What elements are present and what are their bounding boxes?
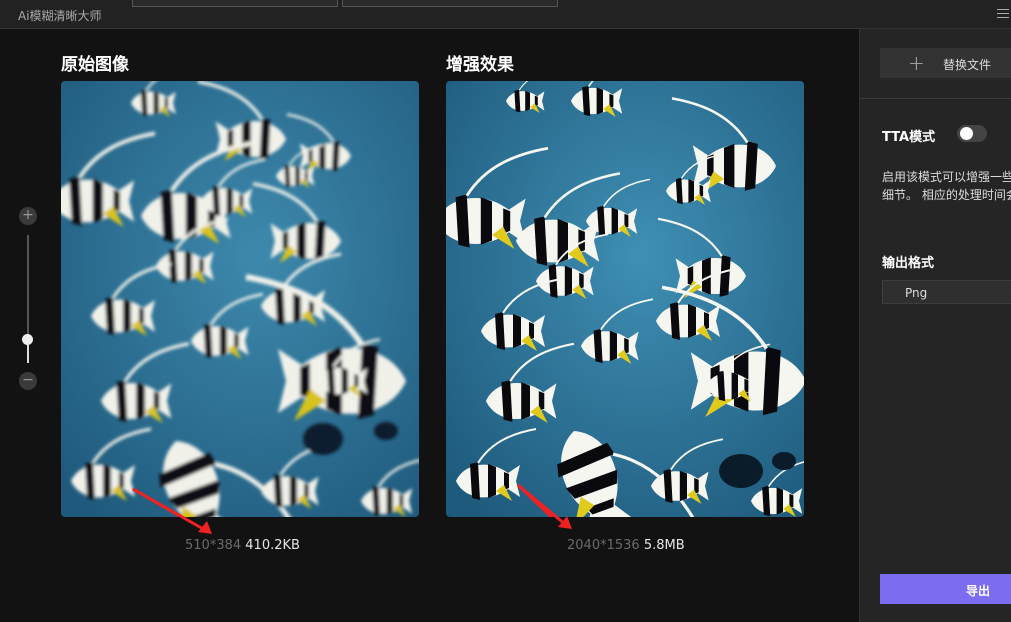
output-format-select[interactable]: Png [882, 280, 1011, 304]
replace-file-button[interactable]: + 替换文件 [880, 48, 1011, 78]
title-bar: Ai模糊清晰大师 [0, 0, 1011, 29]
original-image-filesize: 410.2KB [245, 538, 300, 553]
output-format-label: 输出格式 [882, 256, 935, 271]
tta-mode-description: 启用该模式可以增强一些 细节。 相应的处理时间会 [882, 168, 1011, 204]
enhanced-image [446, 81, 804, 517]
title-bar-tab [132, 0, 338, 7]
title-bar-tab [342, 0, 558, 7]
settings-sidebar: + 替换文件 TTA模式 启用该模式可以增强一些 细节。 相应的处理时间会 输出… [859, 29, 1011, 622]
original-image-dimensions: 510*384 [185, 538, 242, 553]
menu-icon[interactable] [997, 6, 1009, 20]
annotation-arrowhead [198, 521, 212, 534]
zoom-slider-thumb[interactable] [22, 334, 33, 345]
original-image-graphic [61, 81, 419, 517]
tta-description-line: 细节。 相应的处理时间会 [882, 188, 1011, 202]
divider [860, 98, 1011, 99]
annotation-arrowhead [558, 516, 572, 529]
original-image [61, 81, 419, 517]
original-image-title: 原始图像 [61, 55, 129, 75]
enhanced-image-graphic [446, 81, 804, 517]
plus-icon: + [908, 51, 925, 75]
zoom-in-button[interactable]: + [19, 207, 37, 225]
tta-description-line: 启用该模式可以增强一些 [882, 170, 1011, 184]
tta-mode-toggle[interactable] [957, 125, 987, 142]
window-title: Ai模糊清晰大师 [18, 9, 102, 23]
original-image-info: 510*384 410.2KB [185, 538, 300, 553]
zoom-out-button[interactable]: − [19, 372, 37, 390]
enhanced-image-title: 增强效果 [446, 55, 514, 75]
enhanced-image-filesize: 5.8MB [643, 538, 685, 553]
toggle-knob [960, 127, 973, 140]
app-window: Ai模糊清晰大师 + − 原始图像 510*384 410.2KB 增强效果 2… [0, 0, 1011, 622]
tta-mode-label: TTA模式 [882, 130, 936, 145]
enhanced-image-info: 2040*1536 5.8MB [567, 538, 685, 553]
replace-file-label: 替换文件 [943, 58, 992, 72]
enhanced-image-dimensions: 2040*1536 [567, 538, 640, 553]
export-button[interactable]: 导出 [880, 574, 1011, 604]
